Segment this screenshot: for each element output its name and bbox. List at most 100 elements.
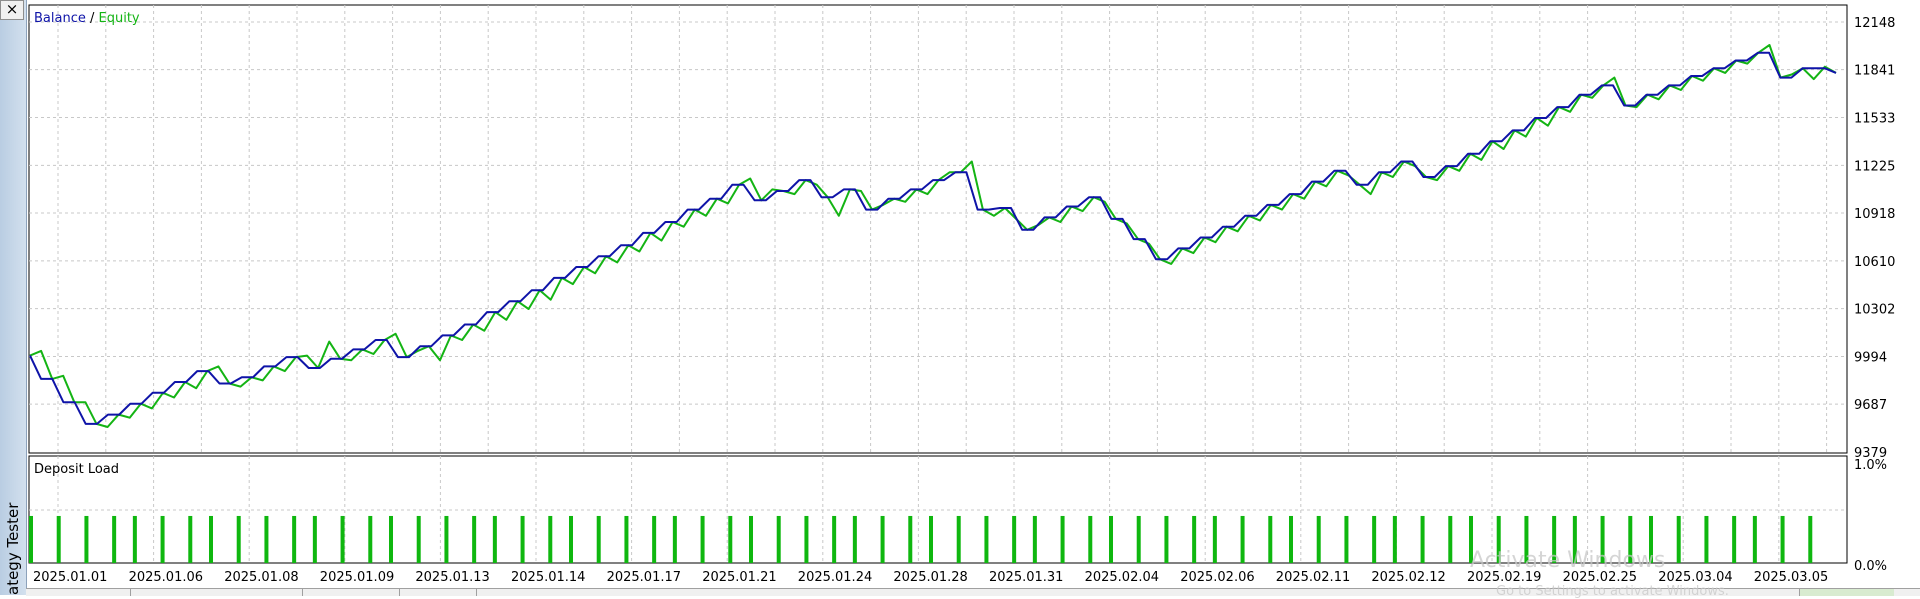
deposit-load-bar [1732, 515, 1737, 563]
deposit-load-bar [112, 515, 117, 563]
deposit-load-bar [1136, 515, 1141, 563]
x-tick-label: 2025.01.09 [320, 570, 394, 585]
deposit-load-bar [312, 515, 317, 563]
deposit-load-bar [880, 515, 885, 563]
x-tick-label: 2025.02.12 [1371, 570, 1445, 585]
deposit-load-bar [624, 515, 629, 563]
deposit-load-bar [209, 515, 213, 563]
x-tick-label: 2025.01.31 [989, 570, 1063, 585]
deposit-load-bar [1240, 515, 1245, 563]
deposit-load-axis-labels: 1.0% 0.0% [1854, 458, 1887, 574]
deposit-load-title: Deposit Load [34, 462, 119, 477]
deposit-load-bar [84, 515, 89, 563]
deposit-load-tick-label: 0.0% [1854, 559, 1887, 574]
deposit-load-bar [1392, 515, 1397, 563]
x-tick-label: 2025.01.17 [607, 570, 681, 585]
legend-equity: Equity [99, 11, 140, 26]
deposit-load-bar [1316, 515, 1321, 563]
deposit-load-bar [1420, 515, 1425, 563]
deposit-load-bar [1032, 515, 1037, 563]
x-tick-label: 2025.02.11 [1276, 570, 1350, 585]
deposit-load-bar [929, 515, 933, 563]
deposit-load-bar [652, 515, 657, 563]
deposit-load-bar [548, 515, 553, 563]
deposit-load-bar [832, 515, 837, 563]
deposit-load-bar [1109, 515, 1113, 563]
y-tick-label: 9994 [1854, 350, 1887, 365]
deposit-load-bar [472, 515, 477, 563]
deposit-load-bar [728, 515, 733, 563]
deposit-load-bar [1448, 515, 1453, 563]
deposit-load-bar [672, 515, 677, 563]
deposit-load-bar [908, 515, 913, 563]
deposit-load-bar [389, 515, 393, 563]
y-axis-labels: 12148 11841 11533 11225 10918 10610 10302 9994 9… [1854, 16, 1895, 461]
deposit-load-bar [264, 515, 269, 563]
deposit-load-bar [984, 515, 989, 563]
deposit-load-bar [1088, 515, 1093, 563]
deposit-load-bar [292, 515, 297, 563]
legend-balance: Balance [34, 11, 86, 26]
deposit-load-bar [29, 515, 33, 563]
y-tick-label: 10918 [1854, 207, 1895, 222]
activation-watermark: Activate Windows [1470, 548, 1666, 573]
y-tick-label: 11225 [1854, 159, 1895, 174]
deposit-load-bar [569, 515, 573, 563]
x-tick-label: 2025.02.06 [1180, 570, 1254, 585]
y-tick-label: 10302 [1854, 303, 1895, 318]
x-tick-label: 2025.01.28 [893, 570, 967, 585]
deposit-load-bar [776, 515, 781, 563]
deposit-load-bar [56, 515, 61, 563]
y-tick-label: 11841 [1854, 64, 1895, 79]
x-tick-label: 2025.03.05 [1754, 570, 1828, 585]
x-tick-label: 2025.02.04 [1085, 570, 1159, 585]
chart-area[interactable]: 12148 11841 11533 11225 10918 10610 10302 9994 9… [26, 0, 1920, 588]
deposit-load-bar [852, 515, 857, 563]
x-tick-label: 2025.01.01 [33, 570, 107, 585]
x-tick-label: 2025.01.14 [511, 570, 585, 585]
deposit-load-bar [749, 515, 753, 563]
deposit-load-bar [520, 515, 525, 563]
y-tick-label: 12148 [1854, 16, 1895, 31]
deposit-load-bar [1060, 515, 1065, 563]
balance-panel-frame [28, 4, 1848, 454]
x-tick-label: 2025.01.08 [224, 570, 298, 585]
deposit-load-bar [804, 515, 809, 563]
deposit-load-bar [1192, 515, 1197, 563]
deposit-load-bar [1344, 515, 1349, 563]
y-tick-label: 9687 [1854, 398, 1887, 413]
deposit-load-bar [1289, 515, 1293, 563]
deposit-load-bar [1808, 515, 1813, 563]
chart-legend: Balance / Equity [34, 11, 140, 26]
y-tick-label: 10610 [1854, 255, 1895, 270]
strategy-tester-side-panel: × ategy Tester [0, 0, 27, 595]
x-tick-label: 2025.01.24 [798, 570, 872, 585]
deposit-load-bar [1212, 515, 1217, 563]
deposit-load-bar [596, 515, 601, 563]
deposit-load-tick-label: 1.0% [1854, 458, 1887, 473]
x-tick-label: 2025.03.04 [1658, 570, 1732, 585]
x-tick-label: 2025.01.06 [129, 570, 203, 585]
deposit-load-bar [340, 515, 345, 563]
x-tick-label: 2025.01.21 [702, 570, 776, 585]
x-tick-label: 2025.01.13 [415, 570, 489, 585]
close-button[interactable]: × [0, 0, 24, 20]
deposit-load-bar [956, 515, 961, 563]
deposit-load-bar [236, 515, 241, 563]
strategy-tester-title: ategy Tester [4, 502, 22, 595]
deposit-load-bar [1012, 515, 1017, 563]
deposit-load-bar [700, 515, 705, 563]
deposit-load-bar [1780, 515, 1785, 563]
deposit-load-bar [368, 515, 373, 563]
y-tick-label: 11533 [1854, 112, 1895, 127]
deposit-load-bar [444, 515, 449, 563]
deposit-load-bar [1752, 515, 1757, 563]
deposit-load-bar [188, 515, 193, 563]
deposit-load-bar [1164, 515, 1169, 563]
deposit-load-bar [1676, 515, 1681, 563]
deposit-load-bar [1704, 515, 1709, 563]
legend-separator: / [86, 11, 99, 26]
deposit-load-bar [492, 515, 497, 563]
deposit-load-bar [1268, 515, 1273, 563]
deposit-load-bar [160, 515, 165, 563]
